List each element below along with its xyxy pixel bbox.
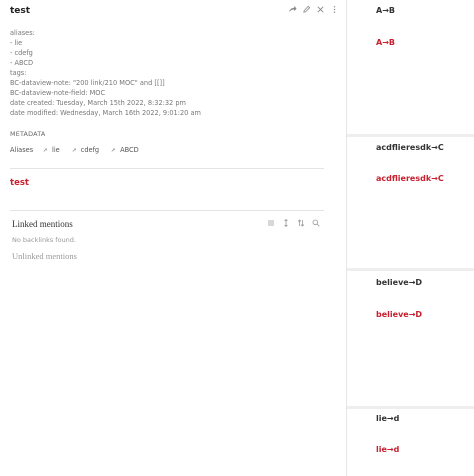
pane-title[interactable]: A→B bbox=[376, 6, 395, 15]
frontmatter-line: date modified: Wednesday, March 16th 202… bbox=[10, 109, 201, 117]
pane-link[interactable]: acdflieresdk→C bbox=[376, 174, 444, 183]
view-header: test bbox=[0, 0, 346, 22]
backlink-tools bbox=[266, 218, 320, 227]
search-icon[interactable] bbox=[311, 218, 320, 227]
no-backlinks-text: No backlinks found. bbox=[12, 236, 76, 244]
frontmatter-line: - lie bbox=[10, 39, 23, 47]
pane-title[interactable]: lie→d bbox=[376, 414, 399, 423]
alias-text: cdefg bbox=[80, 146, 100, 154]
unlinked-mentions-title[interactable]: Unlinked mentions bbox=[12, 251, 77, 261]
metadata-heading: METADATA bbox=[10, 130, 46, 138]
close-icon[interactable] bbox=[315, 4, 326, 15]
share-icon[interactable] bbox=[287, 4, 298, 15]
internal-link[interactable]: test bbox=[10, 178, 29, 188]
collapse-icon[interactable] bbox=[281, 218, 290, 227]
frontmatter-line: aliases: bbox=[10, 29, 35, 37]
pane-link[interactable]: believe→D bbox=[376, 310, 422, 319]
view-actions bbox=[287, 4, 340, 15]
frontmatter-line: - ABCD bbox=[10, 59, 34, 67]
alias-link[interactable]: lie bbox=[43, 146, 60, 154]
divider bbox=[10, 210, 324, 211]
note-view: test aliases: - lie - cdefg - ABCD tags:… bbox=[0, 0, 346, 476]
frontmatter-block: aliases: - lie - cdefg - ABCD tags: BC-d… bbox=[10, 28, 330, 118]
link-icon bbox=[72, 148, 76, 152]
pane-title[interactable]: acdflieresdk→C bbox=[376, 143, 444, 152]
pane-link[interactable]: lie→d bbox=[376, 445, 399, 454]
list-icon[interactable] bbox=[266, 218, 275, 227]
frontmatter-line: BC-dataview-note-field: MOC bbox=[10, 89, 106, 97]
frontmatter-line: tags: bbox=[10, 69, 27, 77]
alias-text: ABCD bbox=[120, 146, 139, 154]
alias-link[interactable]: cdefg bbox=[72, 146, 99, 154]
link-icon bbox=[43, 148, 48, 152]
edit-icon[interactable] bbox=[301, 4, 312, 15]
linked-mentions-title[interactable]: Linked mentions bbox=[12, 219, 73, 229]
frontmatter-line: date created: Tuesday, March 15th 2022, … bbox=[10, 99, 186, 107]
frontmatter-line: BC-dataview-note: "200 link/210 MOC" and… bbox=[10, 79, 165, 87]
sort-icon[interactable] bbox=[296, 218, 305, 227]
right-pane: believe→D believe→D bbox=[347, 271, 474, 406]
pane-title[interactable]: believe→D bbox=[376, 278, 422, 287]
aliases-row: Aliases lie cdefg ABCD bbox=[10, 146, 151, 154]
pane-link[interactable]: A→B bbox=[376, 38, 395, 47]
right-pane: lie→d lie→d bbox=[347, 409, 474, 476]
alias-link[interactable]: ABCD bbox=[111, 146, 139, 154]
aliases-key: Aliases bbox=[10, 146, 34, 154]
right-pane: acdflieresdk→C acdflieresdk→C bbox=[347, 137, 474, 268]
link-icon bbox=[111, 148, 116, 152]
note-title[interactable]: test bbox=[10, 6, 30, 16]
right-pane: A→B A→B bbox=[347, 0, 474, 134]
frontmatter-line: - cdefg bbox=[10, 49, 33, 57]
alias-text: lie bbox=[52, 146, 60, 154]
more-icon[interactable] bbox=[329, 4, 340, 15]
divider bbox=[10, 168, 324, 169]
